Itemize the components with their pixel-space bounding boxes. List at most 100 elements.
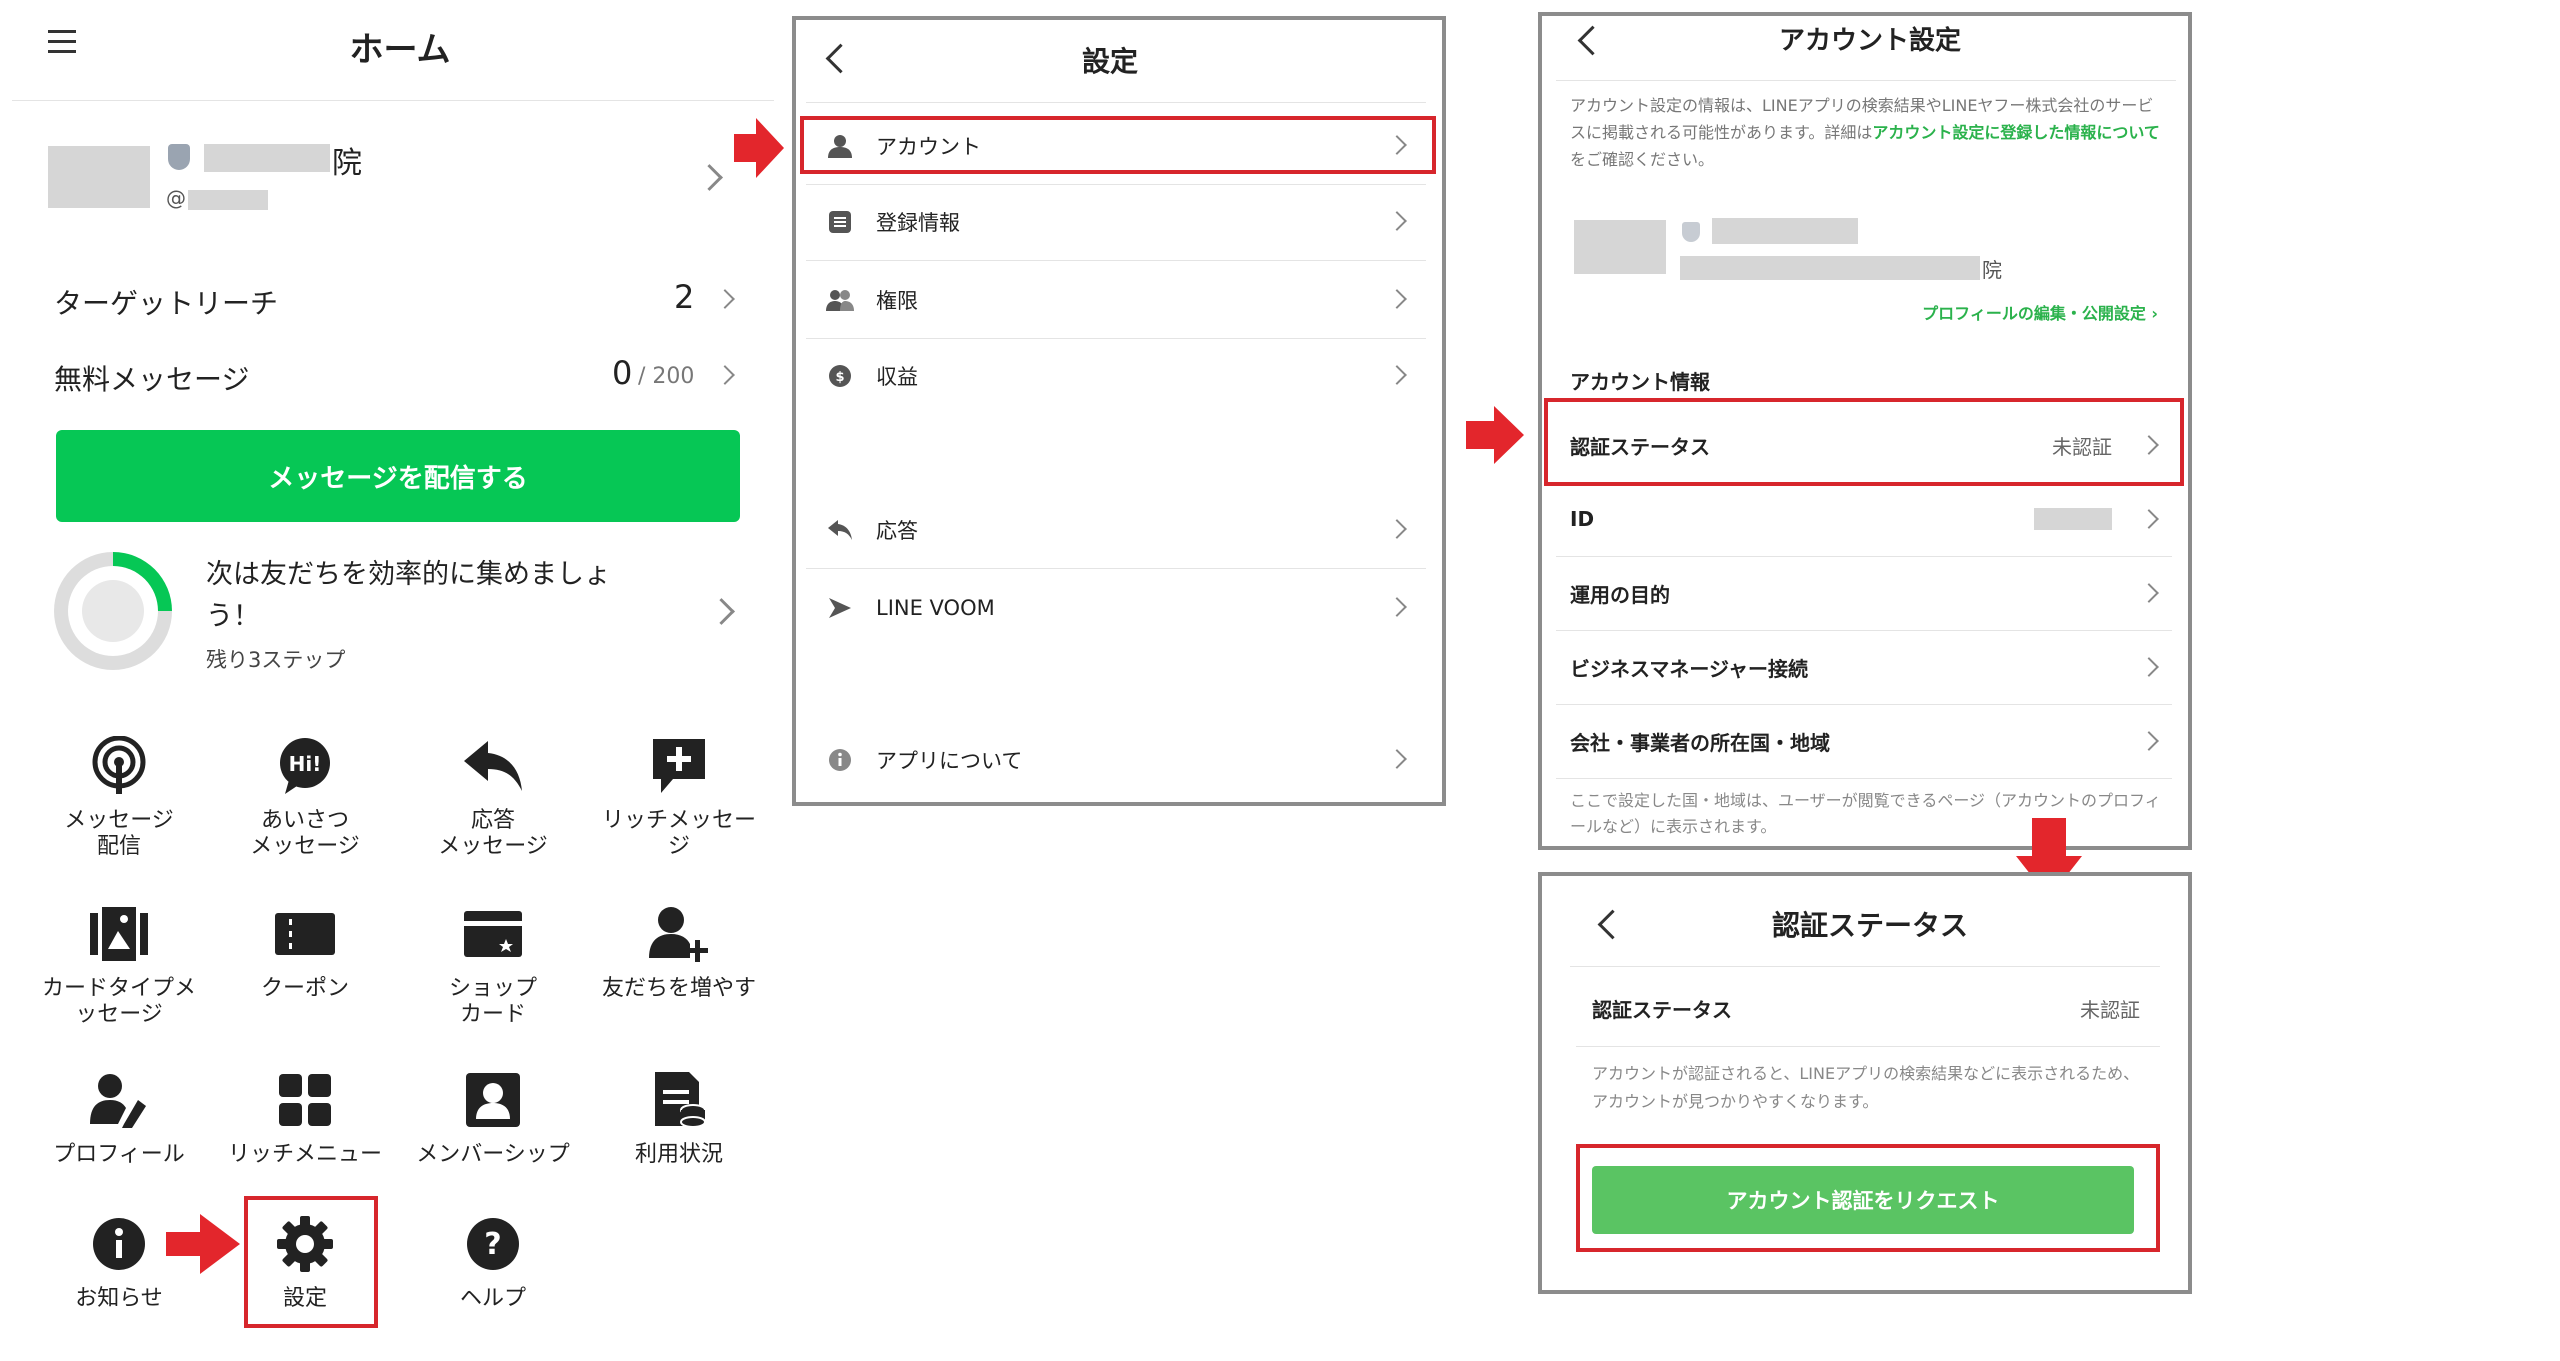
rich-menu-icon <box>273 1068 337 1132</box>
free-messages-total: / 200 <box>638 364 695 389</box>
tile-profile-edit[interactable]: プロフィール <box>26 1068 212 1168</box>
tile-label: ヘルプ <box>459 1286 526 1311</box>
chevron-right-icon <box>1387 519 1407 539</box>
tile-label: お知らせ <box>75 1286 163 1311</box>
account-info-label: ID <box>1570 507 1595 531</box>
home-title: ホーム <box>349 30 451 70</box>
tile-rich-message[interactable]: リッチメッセー ジ <box>586 734 772 860</box>
account-info-label: 運用の目的 <box>1570 582 1670 607</box>
tile-label: 友だちを増やす <box>601 976 756 1001</box>
tile-help[interactable]: ? ヘルプ <box>400 1212 586 1312</box>
tile-label: カードタイプメ ッセージ <box>41 976 196 1027</box>
settings-item-dollar[interactable]: $ 収益 <box>806 338 1414 414</box>
account-notice: アカウント設定の情報は、LINEアプリの検索結果やLINEヤフー株式会社のサービ… <box>1570 92 2160 173</box>
settings-item-label: 応答 <box>876 519 918 543</box>
tile-hi-bubble[interactable]: Hi! あいさつ メッセージ <box>212 734 398 860</box>
broadcast-icon <box>87 734 151 798</box>
account-avatar <box>1574 220 1666 274</box>
free-messages-row[interactable]: 無料メッセージ 0 / 200 <box>54 354 754 398</box>
svg-text:$: $ <box>835 370 844 385</box>
progress-remaining: 残り3ステップ <box>206 648 346 672</box>
dollar-icon: $ <box>826 362 854 390</box>
svg-text:?: ? <box>484 1227 501 1262</box>
account-notice-tail: をご確認ください。 <box>1570 150 1715 169</box>
help-icon: ? <box>461 1212 525 1276</box>
settings-item-label: 権限 <box>876 289 918 313</box>
tile-usage[interactable]: 利用状況 <box>586 1068 772 1168</box>
account-info-heading: アカウント情報 <box>1570 370 1710 394</box>
verification-row-value: 未認証 <box>2080 998 2140 1022</box>
account-info-row[interactable]: 運用の目的 <box>1548 556 2168 630</box>
tile-label: メッセージ 配信 <box>64 808 174 859</box>
verification-title: 認証ステータス <box>1771 909 1968 942</box>
info-icon <box>826 746 854 774</box>
people-icon <box>826 286 854 314</box>
chevron-right-icon <box>1387 365 1407 385</box>
account-name-redacted <box>1712 218 1858 244</box>
progress-title: 次は友だちを効率的に集めましょう！ <box>206 559 611 632</box>
account-info-row[interactable]: ビジネスマネージャー接続 <box>1548 630 2168 704</box>
account-handle-redacted <box>188 190 268 210</box>
account-name-suffix: 院 <box>1982 258 2002 282</box>
verification-description: アカウントが認証されると、LINEアプリの検索結果などに表示されるため、アカウン… <box>1592 1064 2140 1111</box>
target-reach-value: 2 <box>674 278 695 316</box>
free-messages-value: 0 <box>612 354 633 392</box>
chevron-right-icon <box>2139 657 2159 677</box>
tile-card-message[interactable]: カードタイプメ ッセージ <box>26 902 212 1028</box>
account-row[interactable]: 院 @ <box>40 130 740 220</box>
tile-rich-menu[interactable]: リッチメニュー <box>212 1068 398 1168</box>
pointer-arrow-verification <box>1466 406 1524 464</box>
settings-item-list[interactable]: 登録情報 <box>806 184 1414 260</box>
friends-icon <box>82 580 144 642</box>
account-handle-prefix: @ <box>166 186 186 210</box>
account-info-row[interactable]: 会社・事業者の所在国・地域 <box>1548 704 2168 778</box>
settings-item-info[interactable]: アプリについて <box>806 722 1414 798</box>
settings-item-reply[interactable]: 応答 <box>806 492 1414 568</box>
coupon-icon <box>273 902 337 966</box>
highlight-settings-tile <box>244 1196 378 1328</box>
chevron-right-icon <box>1387 289 1407 309</box>
voom-icon <box>826 594 854 622</box>
shield-icon <box>168 144 190 170</box>
account-info-label: 会社・事業者の所在国・地域 <box>1570 730 1830 755</box>
target-reach-row[interactable]: ターゲットリーチ 2 <box>54 278 754 322</box>
membership-icon <box>461 1068 525 1132</box>
tile-shop-card[interactable]: ショップ カード <box>400 902 586 1028</box>
settings-item-voom[interactable]: LINE VOOM <box>806 570 1414 646</box>
account-subname-redacted <box>1680 256 1980 280</box>
info-icon <box>87 1212 151 1276</box>
tile-broadcast[interactable]: メッセージ 配信 <box>26 734 212 860</box>
progress-card[interactable]: 次は友だちを効率的に集めましょう！ 残り3ステップ <box>54 552 754 682</box>
pointer-arrow-account <box>734 118 784 178</box>
account-name-suffix: 院 <box>332 146 362 181</box>
account-notice-link[interactable]: アカウント設定に登録した情報について <box>1872 123 2160 142</box>
settings-item-people[interactable]: 権限 <box>806 262 1414 338</box>
profile-edit-link[interactable]: プロフィールの編集・公開設定 › <box>1840 300 2158 324</box>
broadcast-button[interactable]: メッセージを配信する <box>56 430 740 522</box>
highlight-account-row <box>800 116 1436 174</box>
profile-edit-icon <box>87 1068 151 1132</box>
account-info-row[interactable]: ID@ <box>1548 482 2168 556</box>
free-messages-label: 無料メッセージ <box>54 363 250 396</box>
account-settings-title: アカウント設定 <box>1778 26 1961 56</box>
card-message-icon <box>87 902 151 966</box>
tile-add-friend[interactable]: 友だちを増やす <box>586 902 772 1002</box>
tile-label: クーポン <box>260 976 349 1001</box>
settings-item-label: 収益 <box>876 365 918 389</box>
tile-coupon[interactable]: クーポン <box>212 902 398 1002</box>
pointer-arrow-settings <box>166 1214 240 1274</box>
hi-bubble-icon: Hi! <box>273 734 337 798</box>
tile-reply[interactable]: 応答 メッセージ <box>400 734 586 860</box>
tile-membership[interactable]: メンバーシップ <box>400 1068 586 1168</box>
progress-ring <box>54 552 172 670</box>
account-name-redacted <box>204 144 330 172</box>
menu-icon[interactable] <box>48 30 76 54</box>
settings-item-label: LINE VOOM <box>876 596 995 620</box>
tile-label: ショップ カード <box>448 976 537 1027</box>
id-redacted <box>2034 508 2112 530</box>
settings-item-label: アプリについて <box>876 749 1023 773</box>
tile-label: 応答 メッセージ <box>438 808 548 859</box>
shield-icon <box>1682 222 1700 242</box>
svg-text:Hi!: Hi! <box>289 752 322 776</box>
shop-card-icon <box>461 902 525 966</box>
